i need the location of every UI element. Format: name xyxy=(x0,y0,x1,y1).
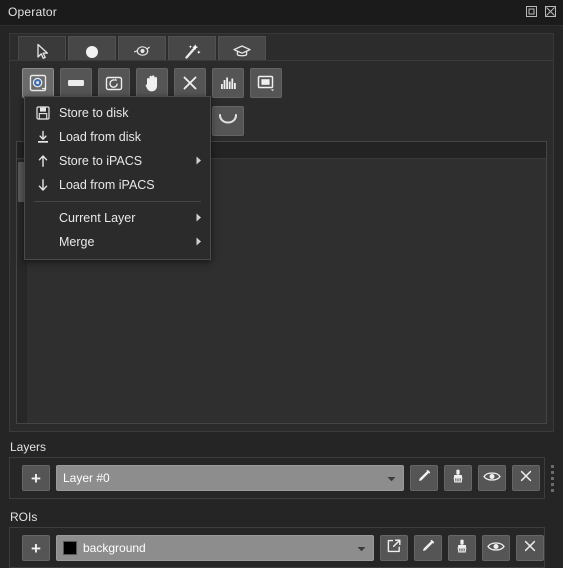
chevron-down-icon xyxy=(357,539,366,557)
save-image-icon xyxy=(28,73,48,93)
eye-lasso-icon xyxy=(133,43,152,60)
store-load-context-menu: Store to disk Load from disk Store to iP… xyxy=(24,96,211,260)
chevron-right-icon xyxy=(196,152,202,170)
primary-toolbar xyxy=(22,68,282,107)
filled-circle-icon xyxy=(83,43,101,61)
menu-separator xyxy=(34,201,201,202)
roi-select-value: background xyxy=(83,541,146,555)
menu-icon-placeholder xyxy=(33,210,53,226)
window-level-button[interactable] xyxy=(250,68,282,98)
brush-icon xyxy=(454,538,470,558)
curve-smile-icon xyxy=(217,113,239,129)
chevron-right-icon xyxy=(196,233,202,251)
paint-layer-button[interactable] xyxy=(444,465,472,491)
menu-item-label: Load from iPACS xyxy=(59,178,155,192)
pencil-icon xyxy=(416,468,432,488)
add-roi-button[interactable]: + xyxy=(22,535,50,561)
layers-section-label: Layers xyxy=(10,440,47,454)
graduation-cap-icon xyxy=(232,43,252,60)
pan-tool-button[interactable] xyxy=(136,68,168,98)
toggle-roi-visibility-button[interactable] xyxy=(482,535,510,561)
floppy-disk-icon xyxy=(33,105,53,121)
brush-icon xyxy=(450,468,466,488)
menu-item-label: Load from disk xyxy=(59,130,141,144)
layer-select[interactable]: Layer #0 xyxy=(56,465,404,491)
chevron-down-icon xyxy=(387,469,396,487)
histogram-button[interactable] xyxy=(212,68,244,98)
add-layer-button[interactable]: + xyxy=(22,465,50,491)
menu-item-store-to-disk[interactable]: Store to disk xyxy=(25,101,210,125)
close-x-icon xyxy=(523,539,537,557)
rectangle-icon xyxy=(66,76,86,90)
close-window-button[interactable] xyxy=(544,5,557,18)
curve-tool-button[interactable] xyxy=(212,106,244,136)
cursor-arrow-icon xyxy=(35,43,50,60)
menu-item-label: Merge xyxy=(59,235,95,249)
menu-icon-placeholder xyxy=(33,234,53,250)
delete-roi-button[interactable] xyxy=(516,535,544,561)
layers-drag-handle[interactable] xyxy=(551,465,554,492)
menu-item-label: Store to disk xyxy=(59,106,129,120)
export-roi-button[interactable] xyxy=(380,535,408,561)
clear-button[interactable] xyxy=(174,68,206,107)
store-load-button[interactable] xyxy=(22,68,54,98)
arrow-up-icon xyxy=(33,153,53,169)
download-tray-icon xyxy=(33,129,53,145)
menu-item-store-to-ipacs[interactable]: Store to iPACS xyxy=(25,149,210,173)
external-link-icon xyxy=(386,538,402,558)
paint-roi-button[interactable] xyxy=(448,535,476,561)
reset-camera-icon xyxy=(104,74,124,93)
menu-item-current-layer[interactable]: Current Layer xyxy=(25,206,210,230)
close-x-icon xyxy=(519,469,533,487)
reset-view-button[interactable] xyxy=(98,68,130,98)
close-x-icon xyxy=(181,74,199,92)
magic-wand-icon xyxy=(183,42,202,61)
eye-icon xyxy=(483,470,501,487)
chevron-right-icon xyxy=(196,209,202,227)
window-controls xyxy=(525,5,557,18)
edit-roi-button[interactable] xyxy=(414,535,442,561)
delete-layer-button[interactable] xyxy=(512,465,540,491)
roi-select[interactable]: background xyxy=(56,535,374,561)
window-level-icon xyxy=(256,74,276,92)
hand-pan-icon xyxy=(143,73,162,93)
menu-item-load-from-disk[interactable]: Load from disk xyxy=(25,125,210,149)
eye-icon xyxy=(487,540,505,557)
layers-panel: + Layer #0 xyxy=(9,457,545,499)
menu-item-label: Store to iPACS xyxy=(59,154,143,168)
rois-panel: + background xyxy=(9,527,545,568)
operator-window: Operator Store to disk Load from disk St… xyxy=(0,0,563,568)
menu-item-load-from-ipacs[interactable]: Load from iPACS xyxy=(25,173,210,197)
arrow-down-icon xyxy=(33,177,53,193)
layer-select-value: Layer #0 xyxy=(63,471,110,485)
roi-color-swatch xyxy=(63,541,77,555)
edit-layer-button[interactable] xyxy=(410,465,438,491)
menu-item-merge[interactable]: Merge xyxy=(25,230,210,254)
restore-window-button[interactable] xyxy=(525,5,538,18)
rectangle-tool-button[interactable] xyxy=(60,68,92,98)
menu-item-label: Current Layer xyxy=(59,211,136,225)
histogram-icon xyxy=(219,75,238,91)
page-title: Operator xyxy=(8,5,57,19)
rois-section-label: ROIs xyxy=(10,510,38,524)
pencil-icon xyxy=(420,538,436,558)
toggle-layer-visibility-button[interactable] xyxy=(478,465,506,491)
window-titlebar: Operator xyxy=(0,0,563,26)
